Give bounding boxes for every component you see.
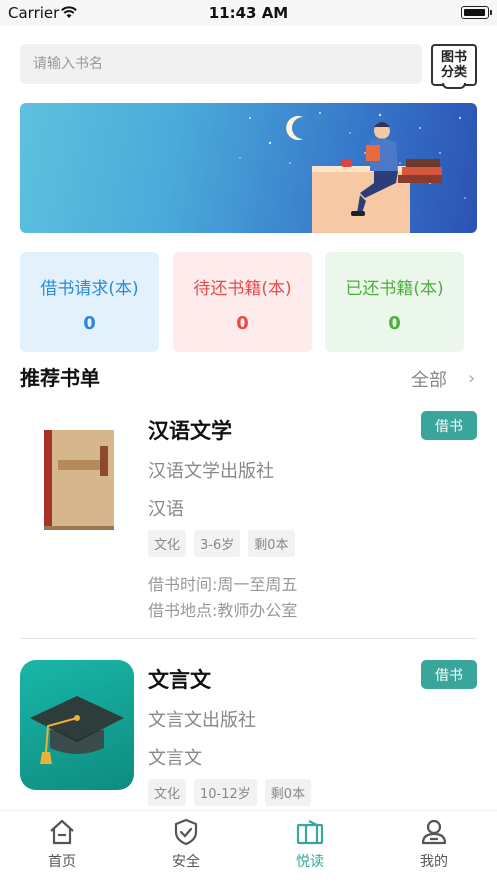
stat-value: 0 [388, 313, 401, 334]
borrow-time: 借书时间:周一至周五 [148, 575, 298, 594]
book-language: 文言文 [148, 748, 202, 769]
stat-label: 借书请求(本) [40, 279, 139, 299]
clock: 11:43 AM [208, 4, 289, 22]
tab-label: 安全 [172, 854, 200, 870]
borrow-location: 借书地点:教师办公室 [148, 601, 298, 620]
stat-label: 待还书籍(本) [193, 279, 292, 299]
tag-remaining: 剩0本 [264, 779, 312, 806]
book-tags: 文化 3-6岁 剩0本 [148, 530, 295, 557]
stat-label: 已还书籍(本) [345, 279, 444, 299]
book-publisher: 汉语文学出版社 [148, 461, 274, 482]
status-bar: Carrier 11:43 AM [0, 0, 497, 26]
moon-icon [286, 116, 303, 140]
tab-home[interactable]: 首页 [12, 817, 112, 871]
book-tags: 文化 10-12岁 剩0本 [148, 779, 312, 806]
section-title: 推荐书单 [20, 366, 100, 390]
tag-age: 10-12岁 [194, 779, 257, 806]
search-input[interactable] [20, 44, 422, 84]
shield-icon [174, 818, 198, 846]
banner[interactable] [20, 103, 477, 233]
stat-pending-return[interactable]: 待还书籍(本) 0 [173, 252, 312, 352]
tab-label: 我的 [420, 854, 448, 870]
stat-borrow-requests[interactable]: 借书请求(本) 0 [20, 252, 159, 352]
stat-value: 0 [236, 313, 249, 334]
chevron-right-icon[interactable]: › [468, 368, 475, 389]
book-icon [296, 820, 324, 845]
tag-remaining: 剩0本 [248, 530, 295, 557]
tab-safety[interactable]: 安全 [136, 817, 236, 871]
user-icon [421, 819, 447, 845]
category-label-line1: 图书 [440, 50, 467, 65]
graduation-cap-icon [30, 696, 124, 764]
book-cover [20, 660, 134, 790]
battery-icon [461, 6, 492, 19]
book-title: 汉语文学 [148, 419, 232, 443]
category-label-line2: 分类 [440, 65, 467, 80]
tag-age: 3-6岁 [194, 530, 241, 557]
book-cover [20, 410, 134, 540]
view-all-link[interactable]: 全部 [411, 366, 447, 392]
tab-label: 悦读 [296, 854, 324, 870]
tag-category: 文化 [148, 530, 187, 557]
stat-returned[interactable]: 已还书籍(本) 0 [325, 252, 464, 352]
book-language: 汉语 [148, 499, 184, 520]
home-icon [50, 819, 74, 845]
stat-value: 0 [83, 313, 96, 334]
tag-category: 文化 [148, 779, 187, 806]
reading-illustration [239, 112, 466, 233]
book-category-button[interactable]: 图书 分类 [431, 44, 477, 89]
borrow-button[interactable]: 借书 [421, 411, 477, 440]
divider [20, 638, 477, 639]
tab-mine[interactable]: 我的 [384, 817, 484, 871]
book-publisher: 文言文出版社 [148, 710, 256, 731]
borrow-button[interactable]: 借书 [421, 660, 477, 689]
tab-reading[interactable]: 悦读 [260, 817, 360, 871]
tab-bar: 首页 安全 悦读 我的 [0, 810, 497, 883]
tab-label: 首页 [48, 854, 76, 870]
book-title: 文言文 [148, 668, 211, 692]
